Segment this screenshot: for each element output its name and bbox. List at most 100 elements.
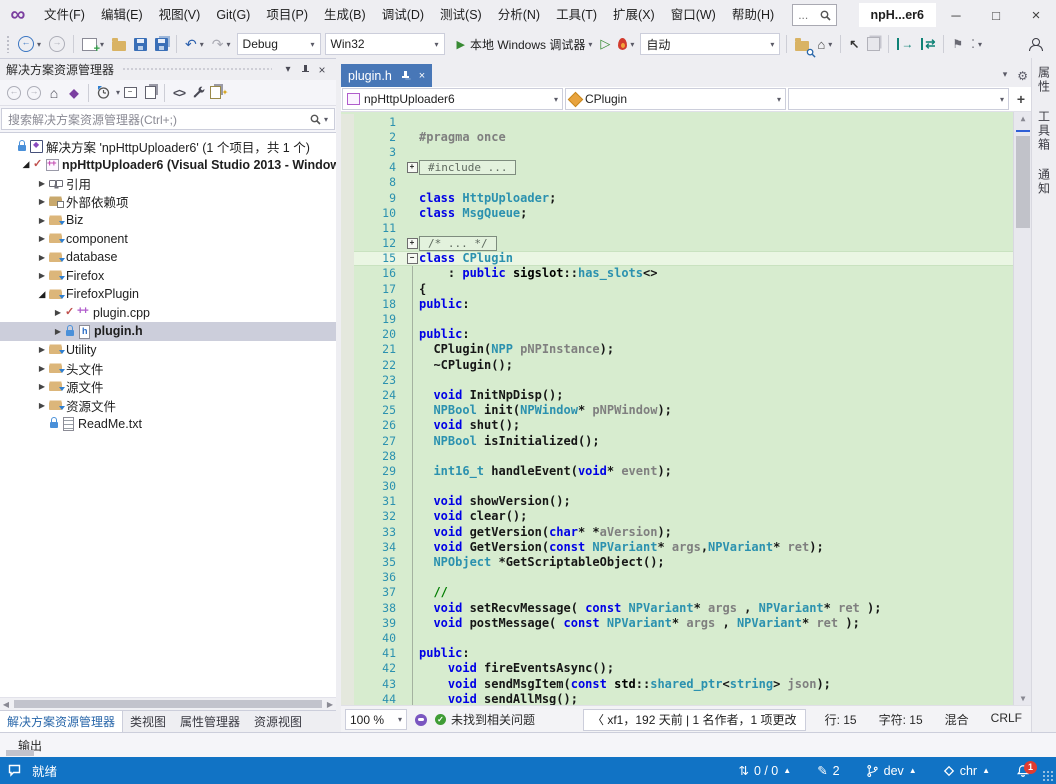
side-tab-属性[interactable]: 属性	[1036, 66, 1053, 94]
notifications-bell[interactable]: 1	[1016, 764, 1030, 778]
tree-item[interactable]: ▶Biz	[0, 211, 336, 230]
menu-item[interactable]: 工具(T)	[548, 4, 605, 26]
tree-item[interactable]: ▶database	[0, 248, 336, 267]
window-position-icon[interactable]: ▾	[280, 64, 296, 75]
code-line[interactable]: 18public:	[341, 296, 1014, 311]
menu-item[interactable]: 项目(P)	[258, 4, 316, 26]
document-health-indicator[interactable]: ✓ 未找到相关问题	[435, 711, 535, 728]
menu-item[interactable]: 扩展(X)	[605, 4, 663, 26]
split-window-icon[interactable]: +	[1010, 91, 1032, 107]
navigate-code-forward-button[interactable]: ⇄	[917, 32, 939, 56]
pin-icon[interactable]	[300, 64, 310, 76]
code-line[interactable]: 42 void fireEventsAsync();	[341, 661, 1014, 676]
code-line[interactable]: 11	[341, 220, 1014, 235]
view-code-icon[interactable]: <>	[169, 83, 189, 103]
save-all-button[interactable]	[151, 32, 172, 56]
indentation-indicator[interactable]: 混合	[945, 711, 969, 728]
code-line[interactable]: 43 void sendMsgItem(const std::shared_pt…	[341, 676, 1014, 691]
member-dropdown[interactable]: ▾	[788, 88, 1009, 110]
toolbar-grip[interactable]	[6, 35, 11, 53]
expander-closed-icon[interactable]: ▶	[36, 364, 48, 373]
code-line[interactable]: 32 void clear();	[341, 509, 1014, 524]
code-line[interactable]: 40	[341, 630, 1014, 645]
properties-wrench-icon[interactable]	[189, 83, 209, 103]
paste-button-disabled[interactable]	[863, 32, 884, 56]
expander-closed-icon[interactable]: ▶	[52, 327, 64, 336]
minimize-button[interactable]: ─	[936, 0, 976, 30]
fold-margin[interactable]: +	[405, 236, 419, 251]
expander-closed-icon[interactable]: ▶	[36, 253, 48, 262]
select-element-button[interactable]: ↖	[845, 32, 863, 56]
code-line[interactable]: 3	[341, 144, 1014, 159]
code-line[interactable]: 10class MsgQueue;	[341, 205, 1014, 220]
expander-closed-icon[interactable]: ▶	[36, 401, 48, 410]
menu-item[interactable]: 分析(N)	[490, 4, 548, 26]
start-debugging-button[interactable]: ▶ 本地 Windows 调试器▾	[453, 32, 597, 56]
tree-item[interactable]: ▶component	[0, 230, 336, 249]
fold-margin[interactable]: −	[405, 251, 419, 266]
document-tab-plugin-h[interactable]: plugin.h ×	[341, 64, 432, 87]
close-tab-icon[interactable]: ×	[419, 70, 425, 82]
eol-indicator[interactable]: CRLF	[991, 711, 1022, 728]
code-line[interactable]: 1	[341, 114, 1014, 129]
expander-closed-icon[interactable]: ▶	[36, 271, 48, 280]
toolbar-options-button[interactable]: ⁚▾	[967, 32, 986, 56]
code-line[interactable]: 28	[341, 448, 1014, 463]
menu-item[interactable]: Git(G)	[208, 4, 258, 26]
resize-grip[interactable]	[1042, 770, 1054, 782]
start-without-debugging-button[interactable]: ▷	[596, 32, 614, 56]
quick-search-box[interactable]: ...	[792, 4, 836, 26]
show-all-files-icon[interactable]: ✦	[209, 83, 229, 103]
tree-item[interactable]: ▶头文件	[0, 359, 336, 378]
code-line[interactable]: 19	[341, 311, 1014, 326]
code-line[interactable]: 38 void setRecvMessage( const NPVariant*…	[341, 600, 1014, 615]
menu-item[interactable]: 视图(V)	[151, 4, 209, 26]
tree-item[interactable]: ◢npHttpUploader6 (Visual Studio 2013 - W…	[0, 156, 336, 175]
menu-item[interactable]: 生成(B)	[316, 4, 374, 26]
sync-status[interactable]: ⇅ 0 / 0 ▲	[738, 763, 791, 778]
code-line[interactable]: 39 void postMessage( const NPVariant* ar…	[341, 615, 1014, 630]
tree-item[interactable]: ▶Utility	[0, 341, 336, 360]
menu-item[interactable]: 帮助(H)	[724, 4, 782, 26]
code-line[interactable]: 22 ~CPlugin();	[341, 357, 1014, 372]
open-file-button[interactable]	[108, 32, 130, 56]
feedback-icon[interactable]	[8, 764, 23, 777]
code-line[interactable]: 20public:	[341, 327, 1014, 342]
code-line[interactable]: 21 CPlugin(NPP pNPInstance);	[341, 342, 1014, 357]
navigate-code-back-button[interactable]: →	[893, 32, 917, 56]
sync-with-active-document-icon[interactable]	[140, 83, 160, 103]
repository-picker[interactable]: chr ▲	[943, 764, 990, 778]
code-line[interactable]: 44 void sendAllMsg();	[341, 691, 1014, 705]
new-project-button[interactable]: ▾	[78, 32, 108, 56]
fold-margin[interactable]: +	[405, 160, 419, 175]
menu-item[interactable]: 文件(F)	[36, 4, 93, 26]
panel-tab[interactable]: 属性管理器	[173, 711, 247, 732]
code-line[interactable]: 16 : public sigslot::has_slots<>	[341, 266, 1014, 281]
code-lines[interactable]: 12#pragma once34+#include ...89class Htt…	[341, 114, 1014, 705]
tree-item[interactable]: 解决方案 'npHttpUploader6' (1 个项目，共 1 个)	[0, 137, 336, 156]
se-forward-button[interactable]: →	[24, 83, 44, 103]
send-feedback-button[interactable]	[1025, 32, 1045, 56]
git-branch[interactable]: dev ▲	[866, 764, 917, 778]
solution-platform-dropdown[interactable]: Win32▾	[325, 33, 445, 55]
code-line[interactable]: 17{	[341, 281, 1014, 296]
tree-item[interactable]: ▶plugin.cpp	[0, 304, 336, 323]
code-line[interactable]: 27 NPBool isInitialized();	[341, 433, 1014, 448]
switch-views-icon[interactable]: ◆	[64, 83, 84, 103]
collapse-all-icon[interactable]: −	[120, 83, 140, 103]
live-share-icon[interactable]	[415, 714, 427, 726]
line-indicator[interactable]: 行: 15	[825, 711, 857, 728]
navigate-forward-button[interactable]: →	[45, 32, 69, 56]
pin-tab-icon[interactable]	[401, 70, 410, 81]
code-line[interactable]: 37 //	[341, 585, 1014, 600]
expand-region-icon[interactable]: +	[407, 238, 418, 249]
home-icon[interactable]: ⌂	[44, 83, 64, 103]
code-line[interactable]: 26 void shut();	[341, 418, 1014, 433]
side-tab-通知[interactable]: 通知	[1036, 168, 1053, 196]
expander-closed-icon[interactable]: ▶	[36, 234, 48, 243]
project-dropdown[interactable]: npHttpUploader6 ▾	[342, 88, 563, 110]
expander-closed-icon[interactable]: ▶	[36, 179, 48, 188]
vertical-scrollbar[interactable]: ▲ ▼	[1013, 112, 1032, 705]
expander-closed-icon[interactable]: ▶	[36, 197, 48, 206]
tree-item[interactable]: ◢FirefoxPlugin	[0, 285, 336, 304]
